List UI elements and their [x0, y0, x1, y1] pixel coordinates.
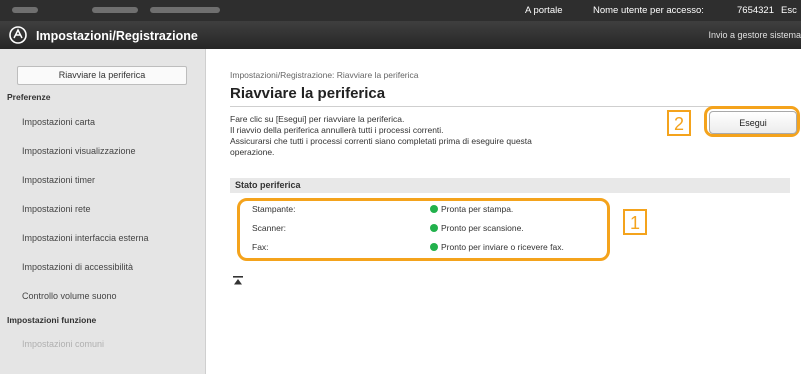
page-title: Riavviare la periferica — [230, 85, 386, 102]
sidebar-item-paper[interactable]: Impostazioni carta — [22, 117, 95, 127]
sidebar-item-common[interactable]: Impostazioni comuni — [22, 339, 104, 349]
callout-1: 1 — [623, 209, 647, 235]
fax-label: Fax: — [252, 242, 269, 252]
user-label: Nome utente per accesso: — [593, 5, 704, 16]
description-line: operazione. — [230, 147, 275, 157]
portal-link[interactable]: A portale — [525, 5, 563, 16]
description-line: Assicurarsi che tutti i processi corrent… — [230, 136, 532, 146]
description-line: Fare clic su [Esegui] per riavviare la p… — [230, 114, 405, 124]
title-divider — [230, 106, 790, 107]
user-id: 7654321 — [737, 5, 774, 16]
status-section-header: Stato periferica — [230, 178, 790, 193]
status-ok-icon — [430, 243, 438, 251]
title-bar: Impostazioni/Registrazione Invio a gesto… — [0, 21, 801, 49]
printer-status: Pronta per stampa. — [430, 204, 513, 214]
logout-link[interactable]: Esc — [781, 5, 797, 16]
app-title: Impostazioni/Registrazione — [36, 29, 198, 43]
blurred-text — [92, 7, 138, 13]
blurred-text — [12, 7, 38, 13]
execute-button[interactable]: Esegui — [709, 111, 797, 134]
status-ok-icon — [430, 224, 438, 232]
scanner-status: Pronto per scansione. — [430, 223, 524, 233]
description-line: Il riavvio della periferica annullerà tu… — [230, 125, 444, 135]
sidebar-item-network[interactable]: Impostazioni rete — [22, 204, 91, 214]
logo-icon — [9, 26, 27, 44]
fax-status: Pronto per inviare o ricevere fax. — [430, 242, 564, 252]
description: Fare clic su [Esegui] per riavviare la p… — [230, 114, 650, 158]
admin-mail-link[interactable]: Invio a gestore sistema — [708, 30, 801, 40]
fax-status-text: Pronto per inviare o ricevere fax. — [441, 242, 564, 252]
sidebar-section-functions: Impostazioni funzione — [7, 315, 97, 325]
sidebar-item-accessibility[interactable]: Impostazioni di accessibilità — [22, 262, 133, 272]
blurred-text — [150, 7, 220, 13]
scanner-status-text: Pronto per scansione. — [441, 223, 524, 233]
printer-label: Stampante: — [252, 204, 296, 214]
breadcrumb: Impostazioni/Registrazione: Riavviare la… — [230, 70, 419, 80]
back-to-top-icon[interactable] — [233, 276, 243, 286]
top-bar: A portale Nome utente per accesso: 76543… — [0, 0, 801, 21]
scanner-label: Scanner: — [252, 223, 287, 233]
sidebar-item-external-interface[interactable]: Impostazioni interfaccia esterna — [22, 233, 149, 243]
sidebar-item-volume[interactable]: Controllo volume suono — [22, 291, 117, 301]
sidebar-restart-button[interactable]: Riavviare la periferica — [17, 66, 187, 85]
sidebar: Riavviare la periferica Preferenze Impos… — [0, 49, 206, 374]
callout-2: 2 — [667, 110, 691, 136]
status-ok-icon — [430, 205, 438, 213]
printer-status-text: Pronta per stampa. — [441, 204, 514, 214]
sidebar-item-display[interactable]: Impostazioni visualizzazione — [22, 146, 136, 156]
sidebar-item-timer[interactable]: Impostazioni timer — [22, 175, 95, 185]
sidebar-section-preferences: Preferenze — [7, 92, 51, 102]
